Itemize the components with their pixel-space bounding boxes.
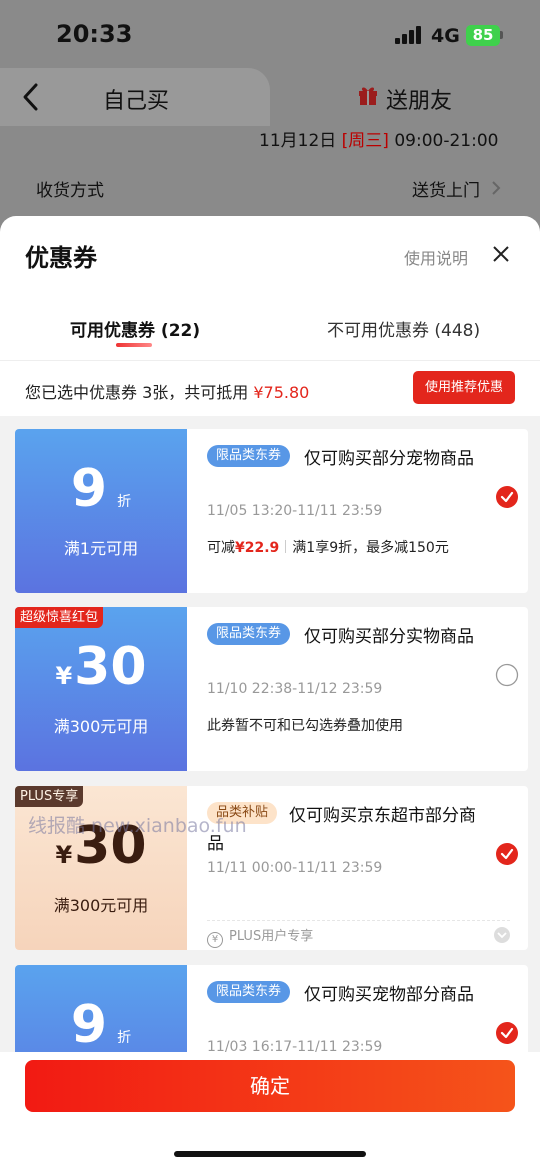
use-recommended-button[interactable]: 使用推荐优惠 <box>413 371 515 404</box>
coupon-detail: 可减¥22.9 满1享9折，最多减150元 <box>207 537 449 557</box>
battery-icon: 85 <box>466 25 500 46</box>
delivery-time-range: 09:00-21:00 <box>388 131 499 151</box>
tab-self-buy[interactable]: 自己买 <box>0 68 270 126</box>
coupon-value-panel: 9折 满1元可用 <box>15 429 187 593</box>
coupon-tag: 限品类东券 <box>207 623 291 645</box>
coupon-list[interactable]: 9折 满1元可用 限品类东券 仅可购买部分宠物商品 11/05 13:20-11… <box>0 416 540 1068</box>
coupon-validity: 11/05 13:20-11/11 23:59 <box>207 503 383 519</box>
checked-circle-icon[interactable] <box>495 485 519 509</box>
coupon-validity: 11/11 00:00-11/11 23:59 <box>207 860 383 876</box>
gift-icon <box>359 87 377 105</box>
summary-text: 您已选中优惠券 3张，共可抵用 ¥75.80 <box>25 379 309 403</box>
delivery-method-label: 收货方式 <box>36 181 104 201</box>
back-arrow-icon[interactable] <box>20 82 42 112</box>
coupon-validity: 11/10 22:38-11/12 23:59 <box>207 681 383 697</box>
purchase-mode-tabs: 自己买 <box>0 68 540 126</box>
coupon-unit: 折 <box>117 494 132 510</box>
home-indicator <box>174 1151 366 1157</box>
summary-label: 您已选中优惠券 3张，共可抵用 <box>25 383 254 402</box>
coupon-description: 仅可购买部分宠物商品 <box>304 449 474 469</box>
tab-gift-label[interactable]: 送朋友 <box>386 83 452 115</box>
delivery-method-value[interactable]: 送货上门 <box>412 176 480 201</box>
detail-amount: ¥22.9 <box>235 540 280 556</box>
watermark: 线报酷 new.xianbao.fun <box>28 815 247 837</box>
checked-circle-icon[interactable] <box>495 842 519 866</box>
coupon-sheet: 优惠券 使用说明 可用优惠券 (22) 不可用优惠券 (448) 您已选中优惠券… <box>0 216 540 1168</box>
status-bar: 20:33 4G 85 <box>0 0 540 70</box>
detail-prefix: 可减 <box>207 540 235 556</box>
delivery-weekday: [周三] <box>341 131 389 151</box>
sheet-title: 优惠券 <box>25 244 97 272</box>
coupon-value: 9折 <box>15 459 187 519</box>
expand-chevron-icon[interactable] <box>493 926 511 944</box>
coupon-amount: 30 <box>74 637 147 697</box>
confirm-button[interactable]: 确定 <box>25 1060 515 1112</box>
coupon-value: ¥30 <box>15 637 187 697</box>
coupon-value: 9折 <box>15 995 187 1055</box>
plus-note: ¥ PLUS用户专享 <box>207 925 313 948</box>
yen-circle-icon: ¥ <box>207 932 223 948</box>
delivery-time: 11月12日 [周三] 09:00-21:00 <box>259 126 498 151</box>
coupon-description: 仅可购买宠物部分商品 <box>304 985 474 1005</box>
plus-exclusive-badge: PLUS专享 <box>15 786 84 807</box>
detail-divider <box>285 540 287 553</box>
active-tab-indicator <box>116 343 152 347</box>
coupon-description: 仅可购买部分实物商品 <box>304 627 474 647</box>
coupon-threshold: 满300元可用 <box>53 896 149 915</box>
chevron-right-icon <box>492 181 501 195</box>
coupon-threshold: 满1元可用 <box>63 539 139 558</box>
coupon-edge <box>15 786 20 950</box>
coupon-card[interactable]: ¥30 满300元可用 超级惊喜红包 限品类东券 仅可购买部分实物商品 11/1… <box>15 607 528 771</box>
coupon-tag: 限品类东券 <box>207 981 291 1003</box>
battery-tip <box>500 31 503 39</box>
close-icon[interactable] <box>491 244 511 264</box>
coupon-unit: 折 <box>117 1030 132 1046</box>
network-type: 4G <box>431 25 460 47</box>
checked-circle-icon[interactable] <box>495 1021 519 1045</box>
coupon-threshold: 满300元可用 <box>53 717 149 736</box>
currency-symbol: ¥ <box>55 662 73 690</box>
coupon-discount: 9 <box>70 459 108 519</box>
coupon-detail: 此券暂不可和已勾选券叠加使用 <box>207 718 403 734</box>
coupon-value-panel: ¥30 满300元可用 <box>15 607 187 771</box>
plus-note-text: PLUS用户专享 <box>229 929 314 944</box>
coupon-discount: 9 <box>70 995 108 1055</box>
coupon-edge <box>15 429 20 593</box>
delivery-date: 11月12日 <box>259 131 342 151</box>
usage-instructions-link[interactable]: 使用说明 <box>404 245 468 269</box>
summary-amount: ¥75.80 <box>253 383 310 402</box>
detail-rule: 满1享9折，最多减150元 <box>292 540 449 556</box>
footer-bar: 确定 <box>0 1052 540 1168</box>
unchecked-circle-icon[interactable] <box>495 663 519 687</box>
coupon-card[interactable]: 9折 满1元可用 限品类东券 仅可购买部分宠物商品 11/05 13:20-11… <box>15 429 528 593</box>
cellular-signal-icon <box>395 26 423 44</box>
coupon-description: 仅可购买京东超市部分商 <box>289 806 476 826</box>
tab-unavailable-coupons[interactable]: 不可用优惠券 (448) <box>327 316 480 341</box>
coupon-edge <box>15 607 20 771</box>
super-surprise-badge: 超级惊喜红包 <box>15 607 104 628</box>
tab-self-buy-label: 自己买 <box>103 89 170 114</box>
currency-symbol: ¥ <box>55 841 73 869</box>
dashed-divider <box>207 920 510 921</box>
tab-available-coupons[interactable]: 可用优惠券 (22) <box>70 316 200 341</box>
coupon-tag: 限品类东券 <box>207 445 291 467</box>
status-time: 20:33 <box>56 20 133 48</box>
